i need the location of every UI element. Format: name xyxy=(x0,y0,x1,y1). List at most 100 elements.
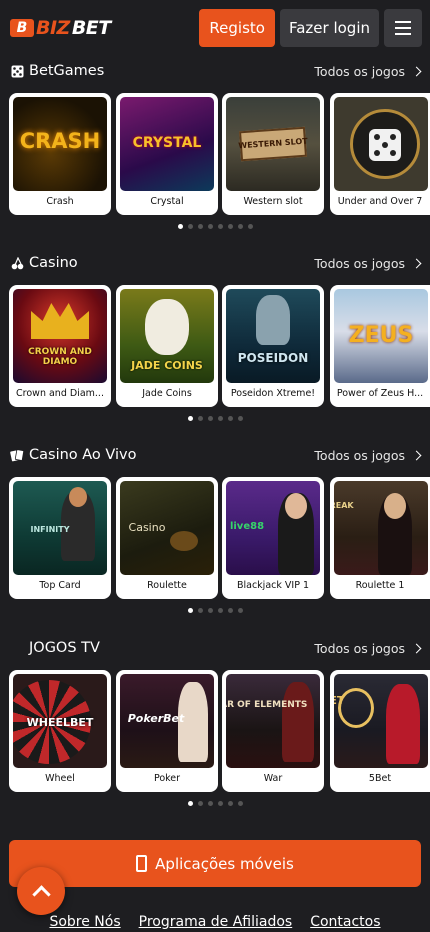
carousel-dot[interactable] xyxy=(207,801,213,806)
footer-link-about[interactable]: Sobre Nós xyxy=(49,914,120,930)
game-thumbnail xyxy=(334,97,428,191)
cards-icon xyxy=(10,448,24,462)
game-carousel[interactable]: CRASH Crash CRYSTAL Crystal WESTERN SLOT… xyxy=(0,93,430,215)
art-text: POSEIDON xyxy=(237,351,309,365)
game-card[interactable]: Under and Over 7 xyxy=(330,93,430,215)
carousel-dot[interactable] xyxy=(227,224,233,229)
mobile-apps-button[interactable]: Aplicações móveis xyxy=(9,840,421,887)
game-name: War xyxy=(263,772,283,784)
all-games-link[interactable]: Todos os jogos xyxy=(314,641,422,656)
carousel-dot[interactable] xyxy=(207,416,213,421)
game-card[interactable]: live88 Blackjack VIP 1 xyxy=(222,477,324,599)
section-tv-games: JOGOS TV Todos os jogos WHEELBET Wheel P… xyxy=(0,636,430,807)
all-games-label: Todos os jogos xyxy=(314,255,405,271)
carousel-dot[interactable] xyxy=(237,608,243,613)
game-thumbnail: POSEIDON xyxy=(226,289,320,383)
top-header: B BIZ BET Registo Fazer login xyxy=(0,0,430,56)
carousel-dot[interactable] xyxy=(217,801,223,806)
carousel-dot[interactable] xyxy=(247,224,253,229)
cherries-icon xyxy=(10,256,24,270)
section-live-casino: Casino Ao Vivo Todos os jogos INFINITY T… xyxy=(0,443,430,614)
section-title: BetGames xyxy=(29,63,105,79)
footer-link-contacts[interactable]: Contactos xyxy=(310,914,380,930)
game-card[interactable]: INFINITY Top Card xyxy=(9,477,111,599)
game-carousel[interactable]: WHEELBET Wheel PokerBet Poker WAR OF ELE… xyxy=(0,670,430,792)
dealer-figure xyxy=(282,682,314,762)
game-card[interactable]: 5 BET 5Bet xyxy=(330,670,430,792)
roulette-wheel xyxy=(170,531,198,551)
carousel-dot[interactable] xyxy=(227,801,233,806)
dealer-head xyxy=(69,487,87,507)
game-name: Power of Zeus H... xyxy=(336,387,424,399)
section-betgames: BetGames Todos os jogos CRASH Crash CRYS… xyxy=(0,59,430,230)
game-card[interactable]: WESTERN SLOT Western slot xyxy=(222,93,324,215)
game-thumbnail: CROWN AND DIAMO xyxy=(13,289,107,383)
bizbet-logo[interactable]: B BIZ BET xyxy=(10,17,111,39)
carousel-dot[interactable] xyxy=(197,801,203,806)
header-actions: Registo Fazer login xyxy=(199,9,422,47)
art-text: CRASH xyxy=(19,129,101,153)
art-text: Casino xyxy=(128,521,166,534)
carousel-dot[interactable] xyxy=(237,224,243,229)
carousel-dot[interactable] xyxy=(217,416,223,421)
register-button[interactable]: Registo xyxy=(199,9,275,47)
art-text: INFINITY xyxy=(30,525,70,534)
hamburger-icon[interactable] xyxy=(384,9,422,47)
carousel-dot[interactable] xyxy=(177,224,183,229)
carousel-dot[interactable] xyxy=(197,224,203,229)
game-name: Poseidon Xtreme! xyxy=(230,387,316,399)
logo-text-bet: BET xyxy=(71,17,111,39)
game-card[interactable]: Casino Roulette xyxy=(116,477,218,599)
art-text: WHEELBET xyxy=(26,716,94,729)
carousel-dot[interactable] xyxy=(227,416,233,421)
all-games-link[interactable]: Todos os jogos xyxy=(314,255,422,271)
game-card[interactable]: CRASH Crash xyxy=(9,93,111,215)
game-card[interactable]: WHEELBET Wheel xyxy=(9,670,111,792)
carousel-dot[interactable] xyxy=(207,608,213,613)
footer-link-affiliates[interactable]: Programa de Afiliados xyxy=(139,914,293,930)
carousel-dot[interactable] xyxy=(227,608,233,613)
all-games-link[interactable]: Todos os jogos xyxy=(314,448,422,463)
carousel-dot[interactable] xyxy=(237,801,243,806)
scroll-top-button[interactable] xyxy=(17,867,65,915)
game-name: Under and Over 7 xyxy=(337,195,423,207)
dealer-head xyxy=(285,493,307,519)
carousel-dot[interactable] xyxy=(187,224,193,229)
chevron-right-icon xyxy=(411,66,422,76)
carousel-dot[interactable] xyxy=(197,608,203,613)
game-thumbnail: CRYSTAL xyxy=(120,97,214,191)
crown-shape xyxy=(31,303,89,339)
all-games-link[interactable]: Todos os jogos xyxy=(314,64,422,79)
carousel-dots xyxy=(0,608,430,614)
carousel-dot[interactable] xyxy=(187,801,193,806)
carousel-dot[interactable] xyxy=(207,224,213,229)
section-title: Casino xyxy=(29,255,78,271)
carousel-dots xyxy=(0,416,430,422)
game-card[interactable]: PokerBet Poker xyxy=(116,670,218,792)
game-card[interactable]: WAR OF ELEMENTS War xyxy=(222,670,324,792)
game-card[interactable]: CRYSTAL Crystal xyxy=(116,93,218,215)
section-title: JOGOS TV xyxy=(29,640,100,656)
game-card[interactable]: LUCKY STREAK Roulette 1 xyxy=(330,477,430,599)
art-text: CROWN AND DIAMO xyxy=(28,347,92,367)
game-thumbnail: JADE COINS xyxy=(120,289,214,383)
carousel-dot[interactable] xyxy=(197,416,203,421)
game-carousel[interactable]: INFINITY Top Card Casino Roulette live88… xyxy=(0,477,430,599)
game-card[interactable]: CROWN AND DIAMO Crown and Diam... xyxy=(9,285,111,407)
dice-icon xyxy=(369,129,401,161)
carousel-dot[interactable] xyxy=(237,416,243,421)
carousel-dot[interactable] xyxy=(217,224,223,229)
carousel-dot[interactable] xyxy=(187,416,193,421)
carousel-dot[interactable] xyxy=(187,608,193,613)
game-carousel[interactable]: CROWN AND DIAMO Crown and Diam... JADE C… xyxy=(0,285,430,407)
game-card[interactable]: JADE COINS Jade Coins xyxy=(116,285,218,407)
game-name: Crystal xyxy=(150,195,184,207)
game-name: Jade Coins xyxy=(142,387,192,399)
game-thumbnail: CRASH xyxy=(13,97,107,191)
login-button[interactable]: Fazer login xyxy=(279,9,379,47)
game-card[interactable]: ZEUS Power of Zeus H... xyxy=(330,285,430,407)
carousel-dot[interactable] xyxy=(217,608,223,613)
chevron-right-icon xyxy=(411,258,422,268)
game-card[interactable]: POSEIDON Poseidon Xtreme! xyxy=(222,285,324,407)
game-name: Top Card xyxy=(39,579,81,591)
